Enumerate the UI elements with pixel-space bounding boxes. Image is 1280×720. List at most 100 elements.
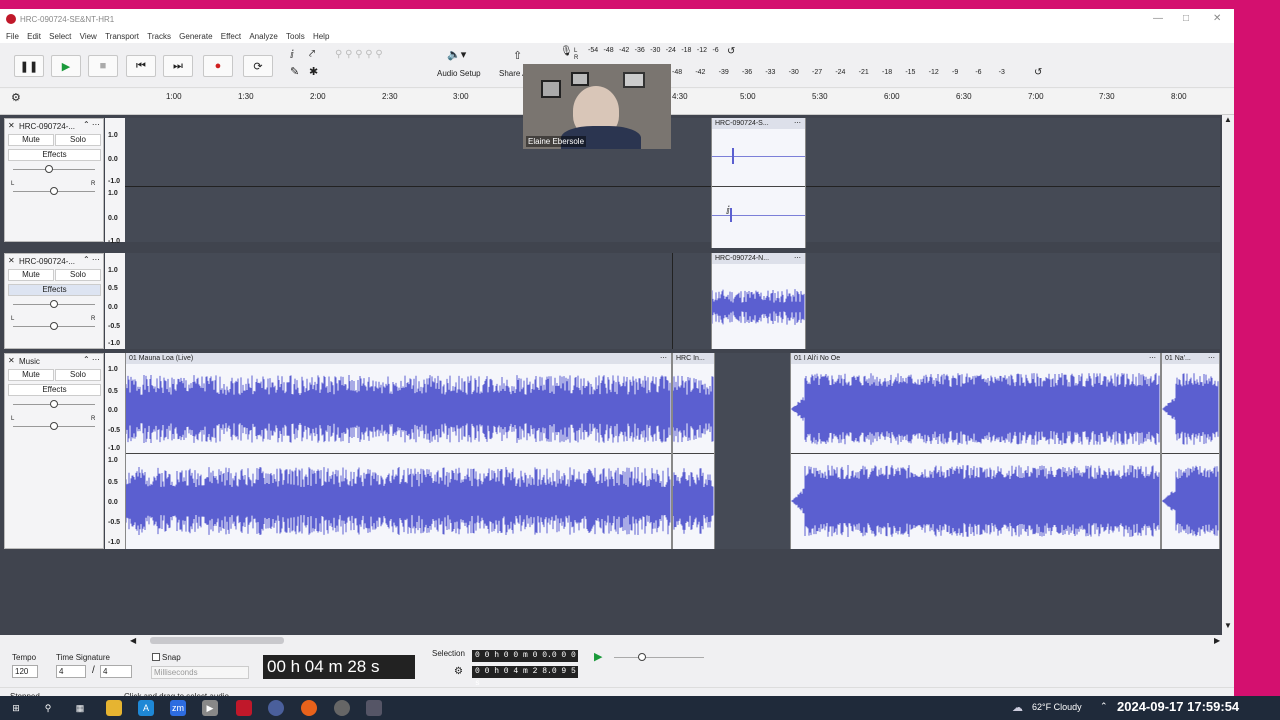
clip-menu-icon[interactable]: ⋯ [660,353,667,364]
menu-select[interactable]: Select [49,31,71,43]
app-icon[interactable] [334,700,350,716]
firefox-icon[interactable] [301,700,317,716]
search-icon[interactable]: ⚲ [40,700,56,716]
snap-unit-select[interactable]: Milliseconds [151,666,249,679]
mute-button[interactable]: Mute [8,134,54,146]
audacity-icon[interactable] [236,700,252,716]
playback-meter-scale[interactable]: -48 -42 -39 -36 -33 -30 -27 -24 -21 -18 -15 -12 -9 -6… [672,69,1022,79]
weather-text[interactable]: 62°F Cloudy [1032,702,1082,712]
mute-button[interactable]: Mute [8,369,54,381]
track-lane[interactable]: HRC-090724-N... ⋯ [125,253,1220,349]
menu-file[interactable]: File [6,31,19,43]
clip-title[interactable]: HRC-090724-S... ⋯ [712,118,805,129]
audio-setup-label[interactable]: Audio Setup [437,69,481,78]
selection-tool-icon[interactable]: ⅈ [290,48,294,61]
app-icon[interactable]: A [138,700,154,716]
menu-help[interactable]: Help [313,31,329,43]
track-close-icon[interactable]: ✕ [8,356,15,365]
refresh-icon-bottom[interactable]: ↺ [1034,67,1042,78]
record-meter-scale[interactable]: -54 -48 -42 -36 -30 -24 -18 -12 -6 [588,47,728,57]
scroll-up-icon[interactable]: ▲ [1224,115,1232,124]
audio-clip[interactable]: HRC-090724-S... ⋯ ⅈ [711,118,806,248]
play-speed-thumb[interactable] [638,653,646,661]
solo-button[interactable]: Solo [55,134,101,146]
clip-menu-icon[interactable]: ⋯ [1149,353,1156,364]
gain-slider-thumb[interactable] [45,165,53,173]
track-menu-icon[interactable]: ⌃ ⋯ [83,255,100,264]
selection-settings-icon[interactable]: ⚙ [454,666,463,677]
menu-tracks[interactable]: Tracks [147,31,171,43]
tray-chevron-icon[interactable]: ⌃ [1100,701,1108,712]
selection-start[interactable]: 0 0 h 0 0 m 0 0.0 0 0 s [472,650,578,672]
stop-button[interactable]: ■ [88,55,118,77]
play-button[interactable]: ▶ [51,55,81,77]
clip-title[interactable]: 01 Na'... ⋯ [1162,353,1219,364]
scroll-left-icon[interactable]: ◀ [130,636,136,645]
track-close-icon[interactable]: ✕ [8,256,15,265]
browser-icon[interactable] [268,700,284,716]
scroll-thumb[interactable] [150,637,284,644]
menu-effect[interactable]: Effect [221,31,241,43]
timesig-numerator[interactable]: 4 [56,665,86,678]
refresh-icon-top[interactable]: ↺ [727,46,735,57]
mute-button[interactable]: Mute [8,269,54,281]
time-display[interactable]: 00 h 04 m 28 s [263,655,415,679]
media-icon[interactable]: ▶ [202,700,218,716]
snap-checkbox[interactable] [152,653,160,661]
play-at-speed-icon[interactable]: ▶ [594,650,602,663]
pause-button[interactable]: ❚❚ [14,55,44,77]
track-name[interactable]: Music [19,357,89,366]
menu-generate[interactable]: Generate [179,31,212,43]
clip-menu-icon[interactable]: ⋯ [1208,353,1215,364]
clip-menu-icon[interactable]: ⋯ [794,253,801,264]
horizontal-scrollbar[interactable]: ◀ ▶ [0,635,1234,647]
tempo-input[interactable]: 120 [12,665,38,678]
ruler-settings-icon[interactable]: ⚙ [11,91,21,104]
audio-clip[interactable]: 01 Mauna Loa (Live) ⋯ [125,353,672,549]
weather-icon[interactable]: ☁ [1012,701,1023,714]
effects-button[interactable]: Effects [8,149,101,161]
menu-transport[interactable]: Transport [105,31,139,43]
pan-slider-thumb[interactable] [50,322,58,330]
clock-datetime[interactable]: 2024-09-17 17:59:54 [1117,699,1239,714]
pan-slider-thumb[interactable] [50,187,58,195]
scroll-right-icon[interactable]: ▶ [1214,636,1220,645]
track-close-icon[interactable]: ✕ [8,121,15,130]
zoom-tools-icon[interactable]: ⚲ ⚲ ⚲ ⚲ ⚲ [335,49,383,60]
minimize-icon[interactable]: — [1153,13,1163,24]
audio-clip[interactable]: 01 Na'... ⋯ [1161,353,1220,549]
windows-start-icon[interactable]: ⊞ [8,700,24,716]
scroll-down-icon[interactable]: ▼ [1224,621,1232,630]
speaker-icon[interactable]: 🔈▾ [447,48,466,61]
zoom-icon[interactable]: zm [170,700,186,716]
clip-title[interactable]: HRC-090724-N... ⋯ [712,253,805,264]
play-speed-slider[interactable] [614,657,704,658]
envelope-tool-icon[interactable]: ⤤ [309,48,315,61]
task-view-icon[interactable]: ▦ [72,700,88,716]
menu-tools[interactable]: Tools [286,31,305,43]
audio-clip[interactable]: 01 I Ali'i No Oe ⋯ [790,353,1161,549]
audio-clip[interactable]: HRC In... [672,353,715,549]
multi-tool-icon[interactable]: ✱ [309,65,318,78]
file-explorer-icon[interactable] [106,700,122,716]
track-menu-icon[interactable]: ⌃ ⋯ [83,120,100,129]
draw-tool-icon[interactable]: ✎ [290,65,299,78]
solo-button[interactable]: Solo [55,269,101,281]
effects-button[interactable]: Effects [8,384,101,396]
clip-title[interactable]: 01 I Ali'i No Oe ⋯ [791,353,1160,364]
clip-title[interactable]: 01 Mauna Loa (Live) ⋯ [126,353,671,364]
record-button[interactable]: ● [203,55,233,77]
effects-button[interactable]: Effects [8,284,101,296]
clip-menu-icon[interactable]: ⋯ [794,118,801,129]
close-icon[interactable]: ✕ [1213,13,1221,24]
loop-button[interactable]: ⟳ [243,55,273,77]
app-icon[interactable] [366,700,382,716]
mic-icon[interactable]: 🎙 [560,46,573,57]
track-lane[interactable]: HRC-090724-S... ⋯ ⅈ [125,118,1220,248]
selection-end[interactable]: 0 0 h 0 4 m 2 8.0 9 5 s [472,666,578,688]
track-name[interactable]: HRC-090724-... [19,257,89,266]
timesig-denominator[interactable]: 4 [100,665,132,678]
vertical-scrollbar[interactable]: ▲ ▼ [1222,115,1234,635]
menu-analyze[interactable]: Analyze [249,31,277,43]
track-area[interactable]: ✕ HRC-090724-... ⌃ ⋯ Mute Solo Effects L… [0,115,1234,635]
